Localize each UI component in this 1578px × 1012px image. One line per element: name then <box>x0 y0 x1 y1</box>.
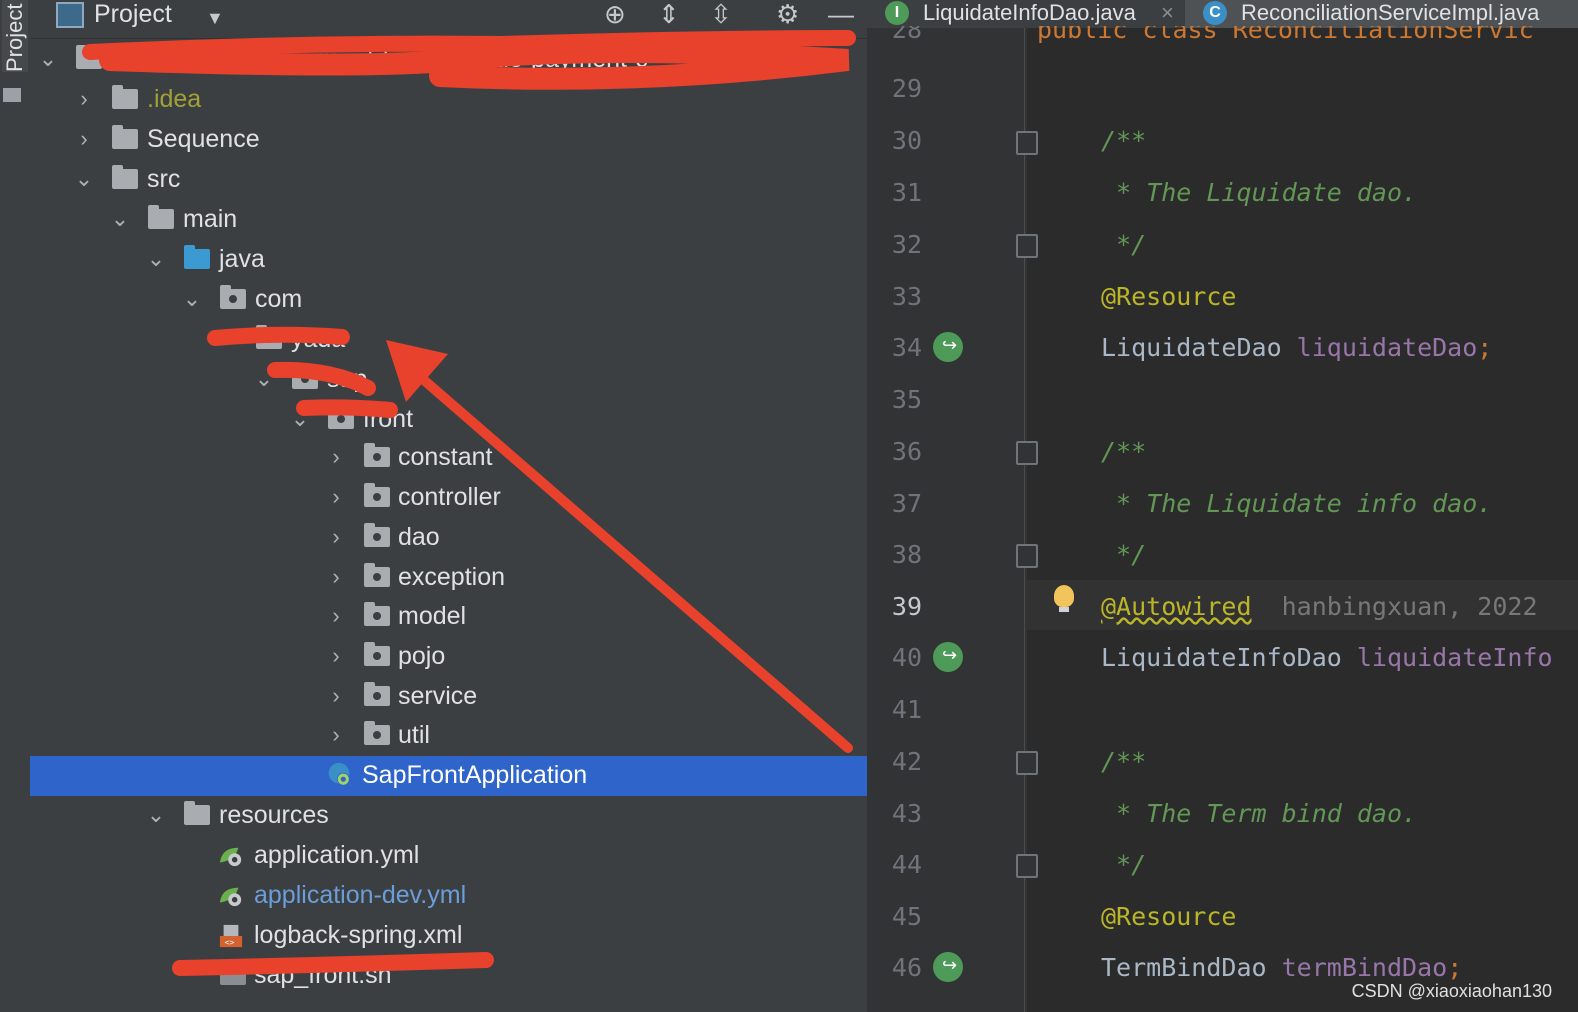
arrow-shaft <box>405 363 853 753</box>
redaction-stroke <box>99 40 850 90</box>
redaction-stroke <box>267 361 376 396</box>
redaction-stroke <box>207 326 350 346</box>
redaction-stroke <box>172 952 494 976</box>
redaction-stroke <box>296 399 398 418</box>
annotation-overlay <box>82 30 856 976</box>
